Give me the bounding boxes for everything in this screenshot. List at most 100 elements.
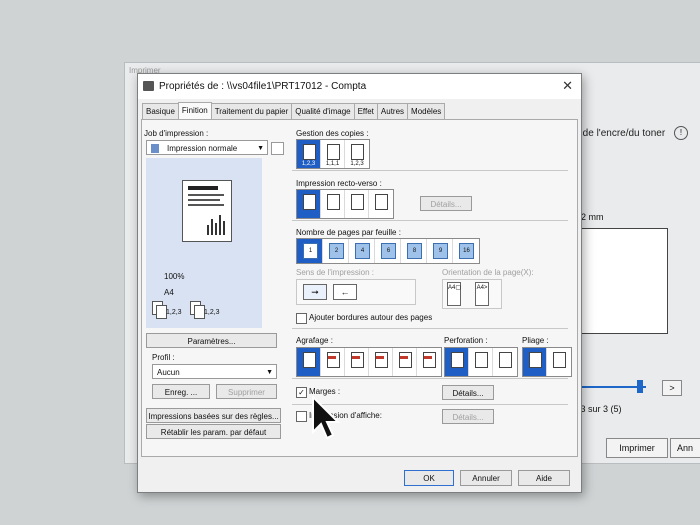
profile-select[interactable]: Aucun ▼ bbox=[152, 364, 277, 379]
save-profile-button[interactable]: Enreg. ... bbox=[152, 384, 210, 399]
direction-left-icon[interactable]: ← bbox=[333, 284, 357, 300]
duplex-option-off[interactable] bbox=[297, 190, 321, 218]
pages-option-16[interactable]: 16 bbox=[453, 239, 479, 263]
finishing-preview: 100% A4 1,2,3 1,2,3 bbox=[146, 158, 262, 328]
pages-per-sheet-label: Nombre de pages par feuille : bbox=[296, 228, 401, 237]
punching-option-none[interactable] bbox=[445, 348, 469, 376]
printer-icon bbox=[143, 81, 154, 91]
stapling-option-double[interactable] bbox=[417, 348, 441, 376]
copies-option-group[interactable]: 1,1,1 bbox=[321, 140, 345, 168]
orientation-label: Orientation de la page(X): bbox=[442, 268, 534, 277]
orientation-field: A4▢ A4> bbox=[442, 279, 502, 309]
tab-traitement-papier[interactable]: Traitement du papier bbox=[210, 103, 293, 119]
punching-label: Perforation : bbox=[444, 336, 488, 345]
pages-option-9[interactable]: 9 bbox=[427, 239, 453, 263]
ok-button[interactable]: OK bbox=[404, 470, 454, 486]
info-icon[interactable]: ! bbox=[674, 126, 688, 140]
punching-option-four-holes[interactable] bbox=[493, 348, 517, 376]
stapling-label: Agrafage : bbox=[296, 336, 333, 345]
orientation-portrait-option[interactable]: A4▢ bbox=[447, 282, 461, 306]
copies-label: Gestion des copies : bbox=[296, 129, 369, 138]
pages-option-2[interactable]: 2 bbox=[323, 239, 349, 263]
tab-modeles[interactable]: Modèles bbox=[407, 103, 446, 119]
tab-qualite-image[interactable]: Qualité d'image bbox=[291, 103, 355, 119]
folding-option-booklet[interactable] bbox=[547, 348, 571, 376]
pages-option-1[interactable]: 1 bbox=[297, 239, 323, 263]
folding-option-none[interactable] bbox=[523, 348, 547, 376]
finishing-panel: Job d'impression : Impression normale ▼ … bbox=[141, 119, 578, 457]
job-label: Job d'impression : bbox=[144, 129, 209, 138]
background-print-button[interactable]: Imprimer bbox=[606, 438, 668, 458]
orientation-landscape-option[interactable]: A4> bbox=[475, 282, 489, 306]
tab-basique[interactable]: Basique bbox=[142, 103, 179, 119]
copies-option-offset[interactable]: 1,2,3 bbox=[345, 140, 369, 168]
punching-option-two-holes[interactable] bbox=[469, 348, 493, 376]
pages-per-sheet-options: 1 2 4 6 8 9 16 bbox=[296, 238, 480, 264]
direction-right-icon[interactable]: ➞ bbox=[303, 284, 327, 300]
stapling-option-top-left[interactable] bbox=[321, 348, 345, 376]
copies-options: 1,2,3 1,1,1 1,2,3 bbox=[296, 139, 370, 169]
folding-options bbox=[522, 347, 572, 377]
copies-option-collate[interactable]: 1,2,3 bbox=[297, 140, 321, 168]
pages-option-8[interactable]: 8 bbox=[401, 239, 427, 263]
border-label: Ajouter bordures autour des pages bbox=[309, 313, 433, 322]
direction-field: ➞ ← bbox=[296, 279, 416, 305]
duplex-option-long-edge[interactable] bbox=[321, 190, 345, 218]
margins-details-button[interactable]: Détails... bbox=[442, 385, 494, 400]
margins-checkbox[interactable]: ✓ bbox=[296, 387, 307, 398]
rules-based-printing-button[interactable]: Impressions basées sur des règles... bbox=[146, 408, 281, 423]
job-select[interactable]: Impression normale ▼ bbox=[146, 140, 268, 155]
duplex-option-short-edge[interactable] bbox=[345, 190, 369, 218]
background-slider-thumb[interactable] bbox=[637, 380, 643, 393]
preview-copies-right: 1,2,3 bbox=[204, 309, 220, 316]
preview-page bbox=[182, 180, 232, 242]
direction-label: Sens de l'impression : bbox=[296, 268, 375, 277]
tab-effet[interactable]: Effet bbox=[353, 103, 378, 119]
delete-profile-button[interactable]: Supprimer bbox=[216, 384, 277, 399]
preview-zoom: 100% bbox=[164, 272, 185, 281]
preview-copies-left: 1,2,3 bbox=[166, 309, 182, 316]
background-next-arrow[interactable]: > bbox=[662, 380, 682, 396]
mouse-cursor-icon bbox=[312, 396, 341, 440]
job-settings-box[interactable] bbox=[271, 142, 284, 155]
background-preview bbox=[572, 228, 668, 334]
job-select-value: Impression normale bbox=[167, 144, 238, 153]
preview-paper: A4 bbox=[164, 288, 174, 297]
help-button[interactable]: Aide bbox=[518, 470, 570, 486]
duplex-label: Impression recto-verso : bbox=[296, 179, 382, 188]
close-icon[interactable]: ✕ bbox=[562, 78, 573, 94]
stapling-option-top-right[interactable] bbox=[369, 348, 393, 376]
tab-autres[interactable]: Autres bbox=[376, 103, 409, 119]
profile-select-value: Aucun bbox=[157, 368, 180, 377]
tab-finition[interactable]: Finition bbox=[177, 102, 212, 119]
folding-label: Pliage : bbox=[522, 336, 549, 345]
copies-group: Gestion des copies : 1,2,3 1,1,1 1,2,3 bbox=[292, 120, 568, 171]
cancel-button[interactable]: Annuler bbox=[460, 470, 512, 486]
stapling-option-none[interactable] bbox=[297, 348, 321, 376]
punching-options bbox=[444, 347, 518, 377]
pages-per-sheet-group: Nombre de pages par feuille : 1 2 4 6 8 … bbox=[292, 220, 568, 329]
document-icon bbox=[151, 144, 159, 153]
pages-option-4[interactable]: 4 bbox=[349, 239, 375, 263]
poster-details-button[interactable]: Détails... bbox=[442, 409, 494, 424]
duplex-details-button[interactable]: Détails... bbox=[420, 196, 472, 211]
dialog-titlebar: Propriétés de : \\vs04file1\PRT17012 - C… bbox=[138, 74, 581, 99]
duplex-options bbox=[296, 189, 394, 219]
reset-defaults-button[interactable]: Rétablir les param. par défaut bbox=[146, 424, 281, 439]
dialog-title: Propriétés de : \\vs04file1\PRT17012 - C… bbox=[159, 81, 367, 92]
poster-checkbox[interactable] bbox=[296, 411, 307, 422]
profile-label: Profil : bbox=[152, 353, 175, 362]
parameters-button[interactable]: Paramètres... bbox=[146, 333, 277, 348]
chevron-down-icon: ▼ bbox=[266, 369, 273, 376]
duplex-option-booklet[interactable] bbox=[369, 190, 393, 218]
duplex-group: Impression recto-verso : Détails... bbox=[292, 170, 568, 221]
background-cancel-button[interactable]: Ann bbox=[670, 438, 700, 458]
chevron-down-icon: ▼ bbox=[257, 145, 264, 152]
pages-option-6[interactable]: 6 bbox=[375, 239, 401, 263]
tab-bar: Basique Finition Traitement du papier Qu… bbox=[142, 102, 446, 119]
stapling-option-left[interactable] bbox=[393, 348, 417, 376]
finishing-options-group: Agrafage : Perforation : Pliage : bbox=[292, 328, 572, 379]
stapling-options bbox=[296, 347, 442, 377]
stapling-option-top[interactable] bbox=[345, 348, 369, 376]
border-checkbox[interactable] bbox=[296, 313, 307, 324]
